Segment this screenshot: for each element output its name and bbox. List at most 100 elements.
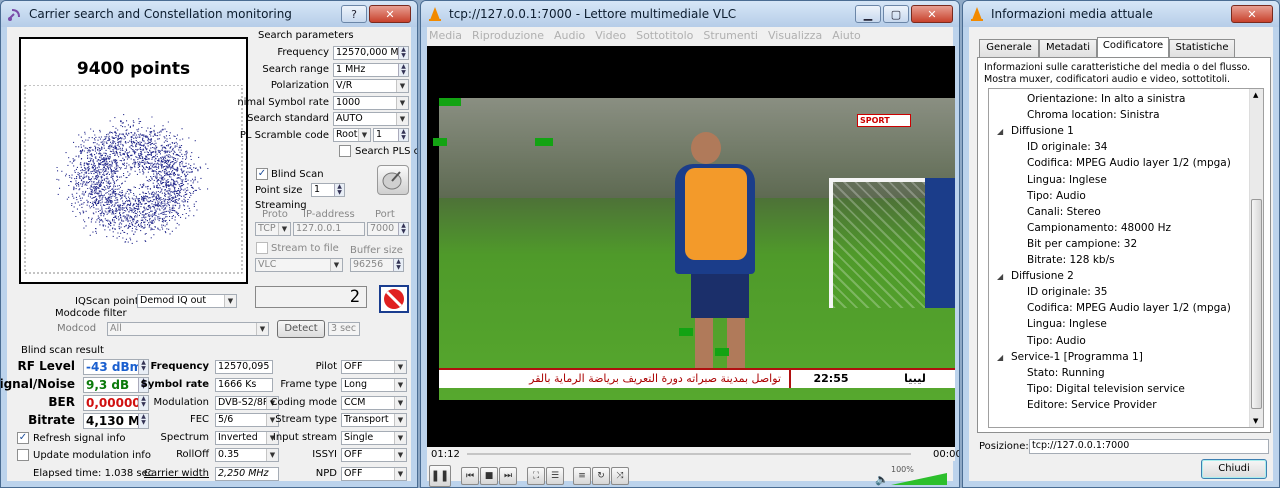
tree-item[interactable]: Codifica: MPEG Audio layer 1/2 (mpga): [1027, 157, 1231, 169]
tree-expander-icon[interactable]: ◢: [997, 272, 1003, 281]
close-button[interactable]: ✕: [369, 5, 411, 23]
tab-codec[interactable]: Codificatore: [1097, 37, 1169, 58]
menu-playback[interactable]: Riproduzione: [472, 29, 544, 42]
speaker-icon[interactable]: 🔈: [875, 473, 889, 486]
satellite-icon: [8, 9, 20, 21]
menu-view[interactable]: Visualizza: [768, 29, 822, 42]
fec-select[interactable]: 5/6 ▼: [215, 413, 279, 427]
buffer-size-input[interactable]: 96256 ▲ ▼: [350, 258, 404, 272]
scan-button[interactable]: [377, 165, 409, 195]
previous-button[interactable]: ⏮: [461, 467, 479, 485]
loop-button[interactable]: ↻: [592, 467, 610, 485]
tree-item[interactable]: Bitrate: 128 kb/s: [1027, 254, 1115, 266]
port-input[interactable]: 7000 ▲ ▼: [367, 222, 409, 236]
polarization-select[interactable]: V/R ▼: [333, 79, 409, 93]
tree-item[interactable]: Lingua: Inglese: [1027, 318, 1107, 330]
rf-level-label: RF Level: [17, 359, 75, 373]
issyi-select[interactable]: OFF ▼: [341, 448, 407, 462]
tree-item[interactable]: Orientazione: In alto a sinistra: [1027, 93, 1185, 105]
seek-bar[interactable]: 01:12 00:00: [427, 447, 959, 461]
menu-audio[interactable]: Audio: [554, 29, 585, 42]
tree-item[interactable]: Canali: Stereo: [1027, 206, 1101, 218]
menu-tools[interactable]: Strumenti: [703, 29, 758, 42]
tree-group[interactable]: Diffusione 1: [1011, 125, 1074, 137]
channel-logo: SPORT: [857, 114, 911, 127]
stop-button[interactable]: ■: [480, 467, 498, 485]
close-button[interactable]: ✕: [911, 5, 953, 23]
tree-item[interactable]: Stato: Running: [1027, 367, 1105, 379]
next-button[interactable]: ⏭: [499, 467, 517, 485]
refresh-signal-checkbox[interactable]: ✓: [17, 432, 29, 444]
tab-general[interactable]: Generale: [979, 39, 1039, 57]
search-pls-checkbox[interactable]: [339, 145, 351, 157]
frequency-input[interactable]: 12570,000 MH ▲ ▼: [333, 46, 409, 60]
coding-mode-select[interactable]: CCM ▼: [341, 396, 407, 410]
pls-value-input[interactable]: 1 ▲ ▼: [373, 128, 409, 142]
blind-scan-checkbox[interactable]: ✓: [256, 168, 268, 180]
minimize-button[interactable]: ▁: [855, 5, 881, 23]
stream-type-select[interactable]: Transport ▼: [341, 413, 407, 427]
extended-settings-button[interactable]: ☰: [546, 467, 564, 485]
tree-item[interactable]: ID originale: 35: [1027, 286, 1107, 298]
tree-item[interactable]: Tipo: Audio: [1027, 335, 1086, 347]
menu-subtitle[interactable]: Sottotitolo: [636, 29, 693, 42]
tree-item[interactable]: Codifica: MPEG Audio layer 1/2 (mpga): [1027, 302, 1231, 314]
tree-item[interactable]: Lingua: Inglese: [1027, 174, 1107, 186]
tree-item[interactable]: Tipo: Digital television service: [1027, 383, 1185, 395]
modulation-select[interactable]: DVB-S2/8PS ▼: [215, 396, 279, 410]
playlist-button[interactable]: ≡: [573, 467, 591, 485]
ip-input[interactable]: 127.0.0.1: [293, 222, 365, 236]
frame-type-label: Frame type: [280, 379, 337, 390]
tab-statistics[interactable]: Statistiche: [1169, 39, 1235, 57]
search-range-input[interactable]: 1 MHz ▲ ▼: [333, 63, 409, 77]
close-button[interactable]: ✕: [1231, 5, 1273, 23]
tree-expander-icon[interactable]: ◢: [997, 127, 1003, 136]
iq-scan-point-select[interactable]: Demod IQ out ▼: [137, 294, 237, 308]
tree-item[interactable]: Bit per campione: 32: [1027, 238, 1137, 250]
pilot-label: Pilot: [315, 361, 337, 372]
constellation-plot: [24, 85, 243, 274]
point-size-input[interactable]: 1 ▲ ▼: [311, 183, 345, 197]
update-modulation-checkbox[interactable]: [17, 449, 29, 461]
input-stream-select[interactable]: Single ▼: [341, 431, 407, 445]
maximize-button[interactable]: ▢: [883, 5, 909, 23]
menu-video[interactable]: Video: [595, 29, 626, 42]
help-button[interactable]: ?: [341, 5, 367, 23]
proto-select[interactable]: TCP ▼: [255, 222, 291, 236]
menu-help[interactable]: Aiuto: [832, 29, 861, 42]
npd-select[interactable]: OFF ▼: [341, 467, 407, 481]
tree-scrollbar[interactable]: ▲ ▼: [1249, 89, 1263, 427]
spectrum-select[interactable]: Inverted ▼: [215, 431, 279, 445]
tree-item[interactable]: Editore: Service Provider: [1027, 399, 1157, 411]
position-field[interactable]: tcp://127.0.0.1:7000: [1029, 439, 1269, 454]
result-symbol-rate-value: 1666 Ks: [215, 378, 273, 392]
frame-type-select[interactable]: Long ▼: [341, 378, 407, 392]
search-standard-select[interactable]: AUTO ▼: [333, 112, 409, 126]
stream-to-file-checkbox[interactable]: [256, 242, 268, 254]
tree-item[interactable]: ID originale: 34: [1027, 141, 1107, 153]
menu-media[interactable]: Media: [429, 29, 462, 42]
play-button[interactable]: ❚❚: [429, 465, 451, 487]
volume-slider[interactable]: 100%: [891, 463, 949, 487]
tree-item[interactable]: Chroma location: Sinistra: [1027, 109, 1160, 121]
symbol-rate-select[interactable]: 1000 ▼: [333, 96, 409, 110]
window-title: tcp://127.0.0.1:7000 - Lettore multimedi…: [449, 7, 737, 21]
detect-button[interactable]: Detect: [277, 320, 325, 338]
stop-button[interactable]: [379, 285, 409, 313]
tree-expander-icon[interactable]: ◢: [997, 353, 1003, 362]
fullscreen-button[interactable]: ⛶: [527, 467, 545, 485]
close-dialog-button[interactable]: Chiudi: [1201, 459, 1267, 479]
shuffle-button[interactable]: ⤨: [611, 467, 629, 485]
rolloff-select[interactable]: 0.35 ▼: [215, 448, 279, 462]
tree-item[interactable]: Campionamento: 48000 Hz: [1027, 222, 1171, 234]
modcode-select[interactable]: All ▼: [107, 322, 269, 336]
tree-group[interactable]: Diffusione 2: [1011, 270, 1074, 282]
stream-type-label: Stream type: [275, 414, 337, 425]
detect-seconds-input[interactable]: 3 sec: [328, 322, 360, 336]
tree-item[interactable]: Tipo: Audio: [1027, 190, 1086, 202]
tree-group[interactable]: Service-1 [Programma 1]: [1011, 351, 1143, 363]
pilot-select[interactable]: OFF ▼: [341, 360, 407, 374]
tab-metadata[interactable]: Metadati: [1039, 39, 1097, 57]
player-select[interactable]: VLC ▼: [255, 258, 343, 272]
pls-mode-select[interactable]: Root ▼: [333, 128, 371, 142]
